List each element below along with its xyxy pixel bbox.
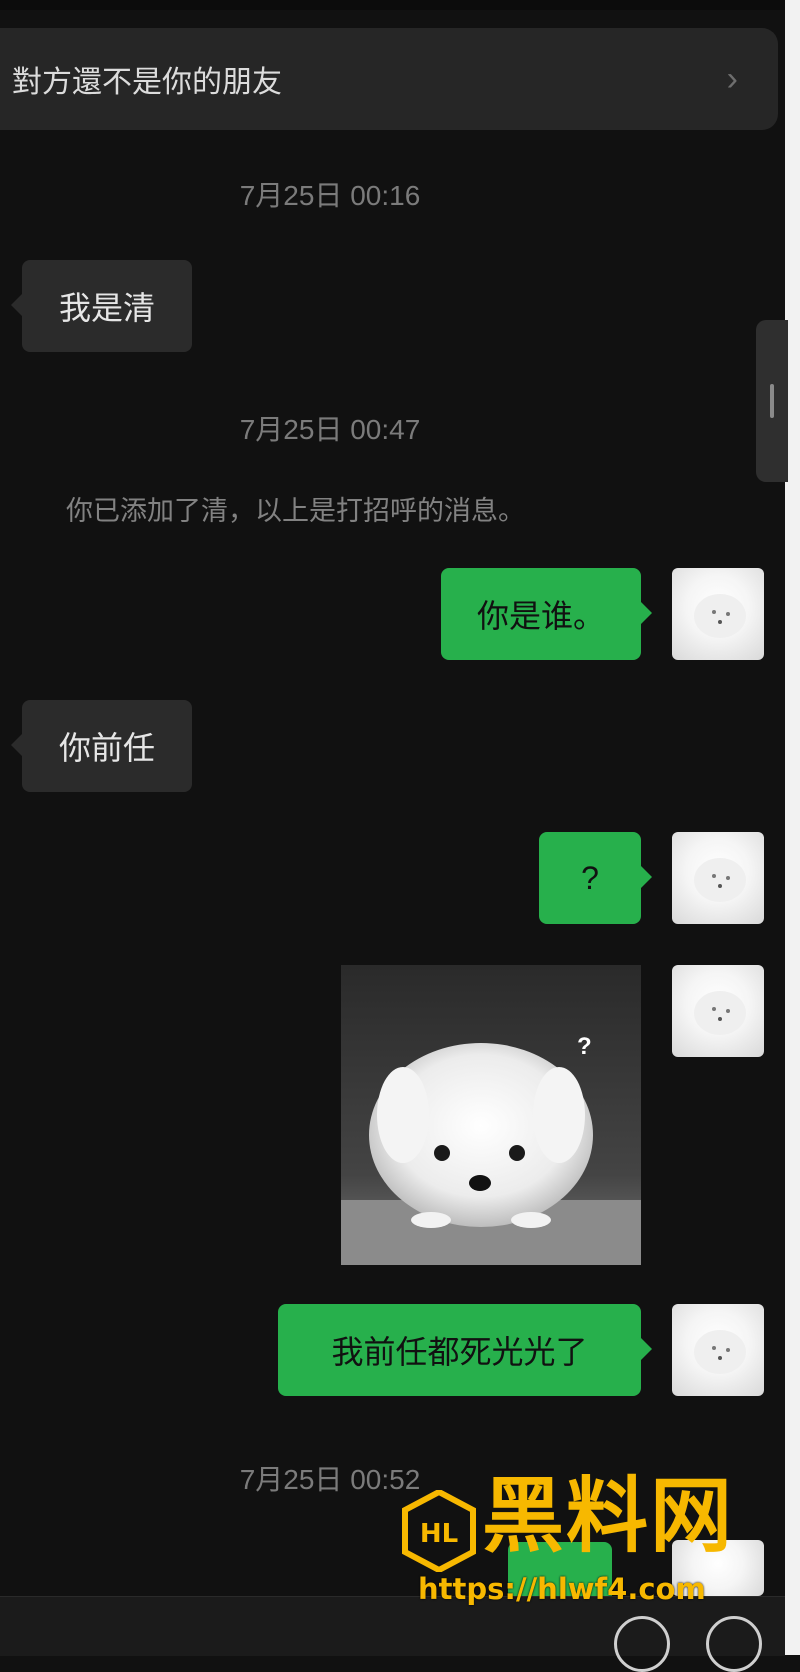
message-text: 你是谁。 bbox=[476, 598, 605, 634]
avatar-image bbox=[694, 858, 746, 902]
image-overlay-text: ? bbox=[577, 1033, 592, 1060]
user-avatar[interactable] bbox=[672, 965, 764, 1057]
avatar-image bbox=[694, 594, 746, 638]
plus-icon[interactable] bbox=[706, 1616, 762, 1672]
message-bubble-outgoing[interactable]: 你是谁。 bbox=[441, 568, 652, 660]
timestamp: 7月25日 00:16 bbox=[239, 180, 421, 211]
scroll-handle[interactable] bbox=[756, 320, 788, 482]
notice-text: 對方還不是你的朋友 bbox=[12, 66, 282, 99]
watermark-logo-text: HL bbox=[420, 1519, 458, 1549]
timestamp: 7月25日 00:47 bbox=[239, 414, 421, 445]
message-bubble-incoming[interactable]: 你前任 bbox=[11, 700, 192, 792]
message-text: ? bbox=[581, 859, 599, 896]
not-friend-notice[interactable]: 對方還不是你的朋友 › bbox=[0, 28, 778, 130]
screen-edge bbox=[785, 0, 800, 1655]
user-avatar[interactable] bbox=[672, 568, 764, 660]
emoji-icon[interactable] bbox=[614, 1616, 670, 1672]
watermark-title: 黑料网 bbox=[482, 1469, 735, 1564]
dog-sticker-image[interactable]: ? bbox=[341, 965, 641, 1265]
chevron-right-icon: › bbox=[726, 59, 738, 98]
message-text: 我是清 bbox=[58, 290, 155, 326]
message-text: 你前任 bbox=[58, 730, 155, 766]
message-bubble-outgoing[interactable]: 我前任都死光光了 bbox=[278, 1304, 652, 1396]
avatar-image bbox=[694, 1330, 746, 1374]
dog-photo bbox=[341, 965, 641, 1265]
user-avatar[interactable] bbox=[672, 1304, 764, 1396]
watermark-url: https://hlwf4.com bbox=[418, 1572, 706, 1606]
user-avatar[interactable] bbox=[672, 832, 764, 924]
message-bubble-outgoing[interactable]: ? bbox=[539, 832, 652, 924]
message-bubble-incoming[interactable]: 我是清 bbox=[11, 260, 192, 352]
watermark: HL 黑料网 https://hlwf4.com bbox=[402, 1476, 782, 1606]
watermark-logo-icon: HL bbox=[402, 1490, 476, 1572]
avatar-image bbox=[694, 991, 746, 1035]
message-text: 我前任都死光光了 bbox=[331, 1334, 588, 1370]
status-bar-edge bbox=[0, 0, 785, 10]
system-message: 你已添加了清，以上是打招呼的消息。 bbox=[66, 496, 525, 526]
